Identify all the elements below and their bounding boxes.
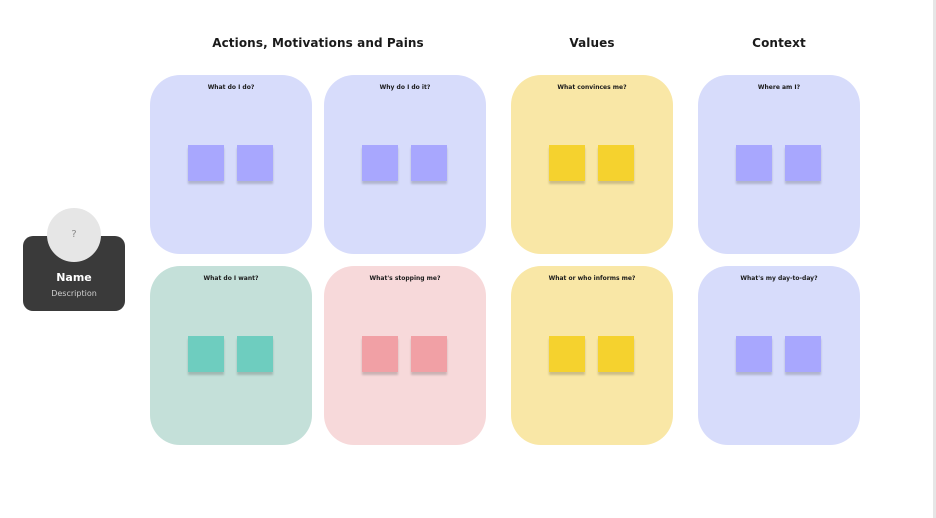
sticky-note[interactable]: [736, 336, 772, 372]
card-where-am-i[interactable]: Where am I?: [698, 75, 860, 254]
section-title-actions: Actions, Motivations and Pains: [212, 36, 424, 50]
sticky-note[interactable]: [785, 336, 821, 372]
sticky-note[interactable]: [188, 145, 224, 181]
sticky-note[interactable]: [736, 145, 772, 181]
sticky-note[interactable]: [549, 336, 585, 372]
sticky-note[interactable]: [188, 336, 224, 372]
card-what-or-who-informs-me[interactable]: What or who informs me?: [511, 266, 673, 445]
card-label: Why do I do it?: [379, 84, 431, 91]
section-title-context: Context: [752, 36, 806, 50]
card-label: Where am I?: [757, 84, 801, 91]
sticky-note[interactable]: [549, 145, 585, 181]
card-label: What's stopping me?: [369, 275, 441, 282]
card-whats-stopping-me[interactable]: What's stopping me?: [324, 266, 486, 445]
card-what-do-i-want[interactable]: What do I want?: [150, 266, 312, 445]
sticky-note[interactable]: [237, 145, 273, 181]
persona-description[interactable]: Description: [23, 289, 125, 298]
sticky-note[interactable]: [598, 336, 634, 372]
card-label: What's my day-to-day?: [740, 275, 818, 282]
sticky-note[interactable]: [785, 145, 821, 181]
sticky-note[interactable]: [362, 145, 398, 181]
sticky-note[interactable]: [237, 336, 273, 372]
persona-name[interactable]: Name: [23, 271, 125, 284]
card-label: What convinces me?: [557, 84, 627, 91]
card-what-convinces-me[interactable]: What convinces me?: [511, 75, 673, 254]
card-label: What or who informs me?: [548, 275, 636, 282]
card-whats-my-day-to-day[interactable]: What's my day-to-day?: [698, 266, 860, 445]
sticky-note[interactable]: [362, 336, 398, 372]
card-why-do-i-do-it[interactable]: Why do I do it?: [324, 75, 486, 254]
sticky-note[interactable]: [411, 145, 447, 181]
card-label: What do I want?: [203, 275, 259, 282]
card-label: What do I do?: [207, 84, 255, 91]
card-what-do-i-do[interactable]: What do I do?: [150, 75, 312, 254]
sticky-note[interactable]: [411, 336, 447, 372]
persona-avatar[interactable]: ?: [47, 208, 101, 262]
sticky-note[interactable]: [598, 145, 634, 181]
section-title-values: Values: [569, 36, 615, 50]
